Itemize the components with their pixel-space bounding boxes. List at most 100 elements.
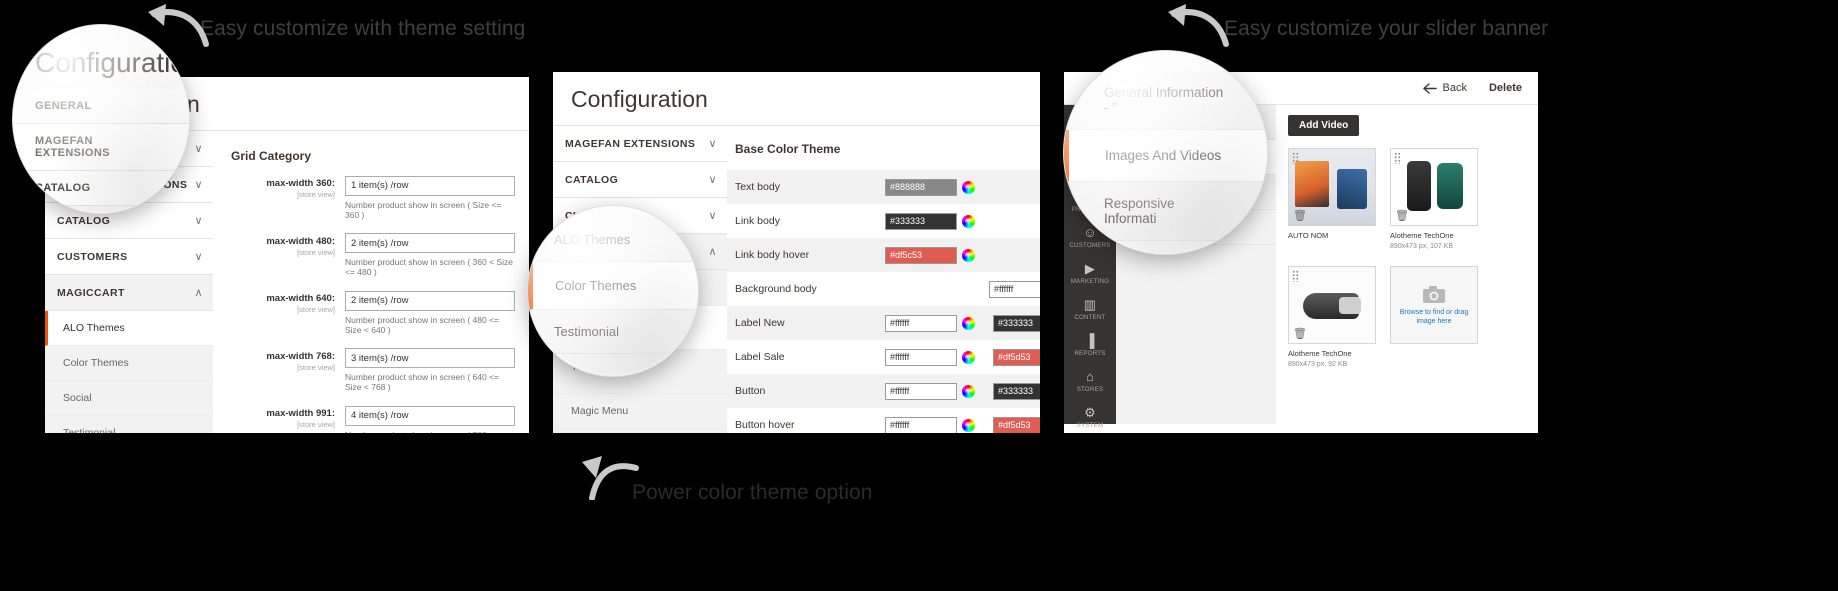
back-button[interactable]: Back <box>1422 82 1467 94</box>
drag-handle-icon[interactable] <box>1292 270 1299 282</box>
add-video-button[interactable]: Add Video <box>1288 115 1360 136</box>
sidebar-section-magefan[interactable]: MAGEFAN EXTENSIONS ∨ <box>553 126 727 162</box>
panel2-title: Configuration <box>571 86 708 112</box>
field-scope: [store view] <box>297 420 335 429</box>
color-swatch-button-fg[interactable]: #ffffff <box>885 382 957 400</box>
color-swatch-label-new-bg[interactable]: #333333 <box>993 314 1040 332</box>
sidebar-item-magic-menu[interactable]: Magic Menu <box>553 394 727 429</box>
input-maxwidth-768[interactable] <box>345 348 515 368</box>
color-picker-icon[interactable] <box>962 384 975 398</box>
rail-item-content[interactable]: ▥ CONTENT <box>1064 291 1116 327</box>
showcase-stage: Easy customize with theme setting Easy c… <box>0 0 1838 591</box>
rail-item-label: SYSTEM <box>1076 422 1104 429</box>
image-card-techone-107kb[interactable]: 🗑 Alotheme TechOne 890x473 px, 107 KB <box>1390 148 1478 252</box>
color-swatch-button-hover-fg[interactable]: #ffffff <box>885 416 957 433</box>
color-swatch-label-sale-bg[interactable]: #df5d53 <box>993 348 1040 366</box>
color-swatch-background-body[interactable]: #ffffff <box>989 280 1040 298</box>
field-scope: [store view] <box>297 190 335 199</box>
trash-icon[interactable]: 🗑 <box>1293 211 1307 222</box>
field-scope: [store view] <box>297 362 335 372</box>
image-caption: Alotheme TechOne 890x473 px, 92 KB <box>1288 348 1376 370</box>
magnified-tab-images-and-videos[interactable]: Images And Videos <box>1064 130 1267 182</box>
image-thumbnail[interactable]: 🗑 <box>1390 148 1478 226</box>
sidebar-section-magiccart[interactable]: MAGICCART ∧ <box>45 275 213 311</box>
magnified-item-magefan[interactable]: MAGEFAN EXTENSIONS <box>13 124 189 171</box>
color-swatch-button-hover-bg[interactable]: #df5d53 <box>993 416 1040 433</box>
input-maxwidth-991[interactable] <box>345 405 515 426</box>
sidebar-section-customers[interactable]: CUSTOMERS ∨ <box>45 239 213 275</box>
rail-item-stores[interactable]: ⌂ STORES <box>1064 363 1116 399</box>
sidebar-item-magicproduct[interactable]: Magicproduct <box>553 429 727 433</box>
color-cell: #333333 <box>885 212 975 230</box>
image-card-auto-nom[interactable]: 🗑 AUTO NOM <box>1288 148 1376 252</box>
caption-left: Easy customize with theme setting <box>200 17 526 40</box>
field-label: max-width 360: [store view] <box>227 175 345 220</box>
color-swatch-link-body[interactable]: #333333 <box>885 212 957 230</box>
magnified-item-testimonial[interactable]: Testimonial <box>528 310 698 354</box>
magnified-item-color-themes[interactable]: Color Themes <box>528 262 698 310</box>
sidebar-item-label: Testimonial <box>63 427 116 433</box>
color-row-label: Link body hover <box>735 249 810 261</box>
color-row-link-body-hover: Link body hover #df5c53 <box>727 238 1040 272</box>
field-row-maxwidth-640: max-width 640: [store view] Number produ… <box>227 290 515 335</box>
image-thumbnail[interactable]: 🗑 <box>1288 148 1376 226</box>
sidebar-item-testimonial[interactable]: Testimonial <box>45 416 213 433</box>
color-picker-icon[interactable] <box>962 248 975 262</box>
color-row-label: Text body <box>735 181 780 193</box>
sidebar-item-social[interactable]: Social <box>45 381 213 416</box>
rail-item-marketing[interactable]: ▶ MARKETING <box>1064 255 1116 291</box>
drag-handle-icon[interactable] <box>1292 152 1299 164</box>
magnified-tab-responsive-information[interactable]: Responsive Informati <box>1064 182 1267 241</box>
image-thumbnail[interactable]: 🗑 <box>1288 266 1376 344</box>
section-heading-grid-category: Grid Category <box>231 149 312 163</box>
magnified-item-general[interactable]: GENERAL <box>13 89 189 124</box>
color-picker-icon[interactable] <box>962 350 975 364</box>
input-maxwidth-640[interactable] <box>345 290 515 311</box>
input-maxwidth-360[interactable] <box>345 175 515 196</box>
color-picker-icon[interactable] <box>962 316 975 330</box>
field-label-text: max-width 360: <box>266 178 335 189</box>
color-swatch-button-bg[interactable]: #333333 <box>993 382 1040 400</box>
color-cell: #333333 <box>993 314 1040 332</box>
color-cell: #888888 <box>885 178 975 196</box>
color-picker-icon[interactable] <box>962 214 975 228</box>
color-row-label: Button hover <box>735 419 795 431</box>
gear-icon: ⚙ <box>1084 405 1096 420</box>
color-swatch-link-body-hover[interactable]: #df5c53 <box>885 246 957 264</box>
chevron-down-icon: ∨ <box>708 138 717 150</box>
sidebar-item-alo-themes[interactable]: ALO Themes <box>45 311 213 346</box>
color-swatch-text-body[interactable]: #888888 <box>885 178 957 196</box>
input-maxwidth-480[interactable] <box>345 233 515 253</box>
sidebar-section-catalog[interactable]: CATALOG ∨ <box>553 162 727 198</box>
chevron-down-icon: ∨ <box>708 210 717 222</box>
image-card-techone-92kb[interactable]: 🗑 Alotheme TechOne 890x473 px, 92 KB <box>1288 266 1376 370</box>
rail-item-label: STORES <box>1076 386 1104 393</box>
magnified-tab-general-information[interactable]: General Information - " <box>1064 71 1267 130</box>
arrow-right-curved-icon <box>1168 4 1229 47</box>
image-dimensions: 890x473 px, 92 KB <box>1288 361 1348 368</box>
caption-right: Easy customize your slider banner <box>1224 17 1549 40</box>
rail-item-system[interactable]: ⚙ SYSTEM <box>1064 399 1116 433</box>
image-upload-placeholder[interactable]: Browse to find or drag image here <box>1390 266 1478 370</box>
panel2-content: Base Color Theme Text body #888888 Link … <box>727 126 1040 433</box>
sidebar-item-color-themes[interactable]: Color Themes <box>45 346 213 381</box>
color-swatch-label-sale-fg[interactable]: #ffffff <box>885 348 957 366</box>
chevron-down-icon: ∨ <box>194 215 203 227</box>
rail-item-reports[interactable]: ▐ REPORTS <box>1064 327 1116 363</box>
drag-handle-icon[interactable] <box>1394 152 1401 164</box>
delete-button[interactable]: Delete <box>1489 82 1522 94</box>
content-icon: ▥ <box>1083 297 1097 312</box>
magnified-title: Configuration <box>35 47 190 78</box>
arrow-bottom-curved-icon <box>582 456 639 500</box>
trash-icon[interactable]: 🗑 <box>1293 329 1307 340</box>
magnified-item-label: CATALOG <box>35 182 91 194</box>
color-picker-icon[interactable] <box>962 418 975 432</box>
rail-item-label: REPORTS <box>1074 350 1106 357</box>
color-picker-icon[interactable] <box>962 180 975 194</box>
color-swatch-label-new-fg[interactable]: #ffffff <box>885 314 957 332</box>
magnified-item-catalog[interactable]: CATALOG <box>13 171 189 206</box>
field-note: Number product show in screen ( 360 < Si… <box>345 257 513 277</box>
magnified-item-alo-themes[interactable]: ALO Themes <box>528 218 698 262</box>
upload-dropzone[interactable]: Browse to find or drag image here <box>1390 266 1478 344</box>
trash-icon[interactable]: 🗑 <box>1395 211 1409 222</box>
